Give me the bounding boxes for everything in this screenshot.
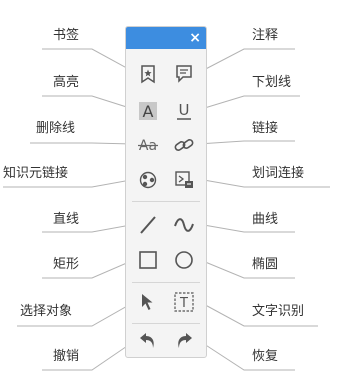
highlight-button[interactable]: A xyxy=(134,98,162,124)
label-underline: 下划线 xyxy=(252,75,292,90)
label-undo: 撤销 xyxy=(53,349,80,364)
svg-text:A: A xyxy=(143,102,154,121)
undo-button[interactable] xyxy=(134,327,162,353)
redo-icon xyxy=(178,333,192,348)
note-icon xyxy=(176,65,192,83)
svg-text:U: U xyxy=(179,101,190,119)
toolbar-titlebar[interactable]: × xyxy=(126,27,206,49)
ellipse-button[interactable] xyxy=(170,247,198,273)
knowledge-link-icon xyxy=(139,171,157,189)
knowledge-link-button[interactable] xyxy=(134,167,162,193)
label-highlight: 高亮 xyxy=(53,75,80,90)
label-ellipse: 椭圆 xyxy=(252,257,279,272)
word-link-button[interactable] xyxy=(170,167,198,193)
curve-icon xyxy=(174,218,194,232)
ellipse-icon xyxy=(175,251,193,269)
toolbar-divider xyxy=(132,282,200,283)
label-select: 选择对象 xyxy=(20,304,73,319)
label-strikethrough: 删除线 xyxy=(36,121,76,136)
label-knowledge-link: 知识元链接 xyxy=(3,166,69,181)
ocr-button[interactable]: T xyxy=(170,289,198,315)
line-button[interactable] xyxy=(134,212,162,238)
label-line: 直线 xyxy=(53,212,80,227)
link-icon xyxy=(174,139,194,151)
label-bookmark: 书签 xyxy=(53,28,80,43)
underline-button[interactable]: U xyxy=(170,98,198,124)
redo-button[interactable] xyxy=(170,327,198,353)
toolbar-divider xyxy=(132,201,200,202)
svg-text:T: T xyxy=(179,296,188,311)
word-link-icon xyxy=(175,171,193,188)
toolbar-panel: × A U Aa T xyxy=(125,26,207,358)
close-icon[interactable]: × xyxy=(189,29,201,47)
strikethrough-button[interactable]: Aa xyxy=(134,132,162,158)
straight-line-icon xyxy=(140,216,156,234)
label-curve: 曲线 xyxy=(252,212,279,227)
highlight-icon: A xyxy=(139,102,157,121)
label-rectangle: 矩形 xyxy=(53,257,80,272)
rectangle-button[interactable] xyxy=(134,247,162,273)
label-ocr: 文字识别 xyxy=(252,304,305,319)
undo-icon xyxy=(140,333,154,348)
label-link: 链接 xyxy=(252,121,279,136)
text-recognition-icon: T xyxy=(174,292,194,312)
label-annotation: 注释 xyxy=(252,28,279,43)
toolbar-divider xyxy=(132,323,200,324)
bookmark-button[interactable] xyxy=(134,61,162,87)
label-word-link: 划词连接 xyxy=(252,166,305,181)
rectangle-icon xyxy=(139,251,157,269)
select-button[interactable] xyxy=(134,289,162,315)
annotation-toolbar-diagram: 书签 注释 高亮 下划线 删除线 链接 知识元链接 划词连接 直线 曲线 矩形 … xyxy=(0,0,340,387)
annotation-button[interactable] xyxy=(170,61,198,87)
bookmark-icon xyxy=(141,65,155,84)
link-button[interactable] xyxy=(170,132,198,158)
curve-button[interactable] xyxy=(170,212,198,238)
underline-icon: U xyxy=(177,101,191,120)
cursor-arrow-icon xyxy=(142,294,153,310)
strikethrough-icon: Aa xyxy=(138,138,158,154)
label-redo: 恢复 xyxy=(252,349,279,364)
